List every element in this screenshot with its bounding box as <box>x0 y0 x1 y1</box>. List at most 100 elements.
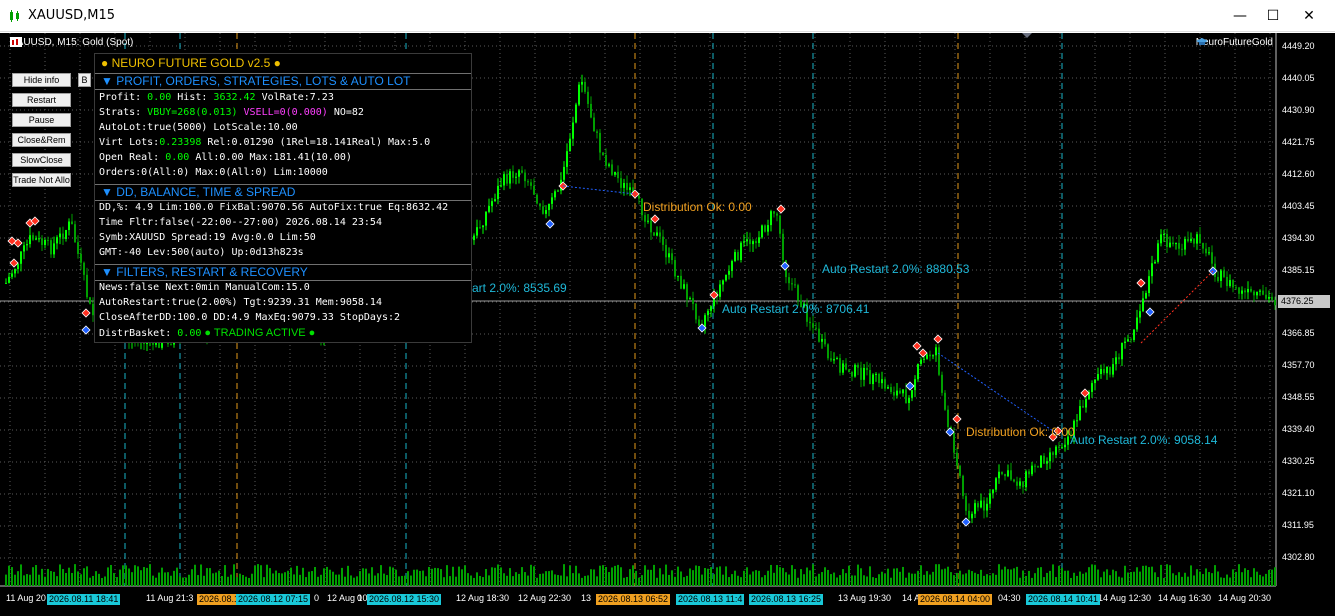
candle-body <box>1004 474 1006 477</box>
candle-body <box>749 239 751 245</box>
candle-body <box>842 363 844 373</box>
profit-row: Profit: 0.00 Hist: 3632.42 VolRate:7.23 <box>99 92 334 103</box>
sell-marker <box>650 214 660 224</box>
candle-body <box>1229 280 1231 287</box>
candle-body <box>722 280 724 285</box>
candle-body <box>1181 248 1183 250</box>
candle-body <box>1013 479 1015 482</box>
candle-body <box>746 239 748 242</box>
candle-body <box>1091 383 1093 392</box>
candle-body <box>650 220 652 233</box>
pause-button[interactable]: Pause <box>12 113 71 127</box>
candle-body <box>1202 243 1204 249</box>
candle-body <box>479 227 481 229</box>
candle-body <box>1061 447 1063 449</box>
time-marker-tag: 2026.08.13 16:25 <box>749 594 824 605</box>
candle-body <box>932 355 934 357</box>
candle-body <box>983 500 985 511</box>
divider <box>95 89 471 90</box>
price-axis-label: 4339.40 <box>1282 424 1315 434</box>
candle-body <box>524 172 526 182</box>
candle-body <box>485 211 487 226</box>
candle-body <box>1160 234 1162 244</box>
candle-body <box>563 166 565 180</box>
price-chart[interactable]: XAUUSD, M15: Gold (Spot) NeuroFutureGold… <box>0 33 1335 616</box>
candle-body <box>908 397 910 404</box>
candle-body <box>1217 276 1219 282</box>
candle-body <box>653 232 655 236</box>
candle-body <box>1184 239 1186 250</box>
candle-body <box>1106 366 1108 374</box>
candle-body <box>830 358 832 361</box>
candle-body <box>14 269 16 274</box>
candle-body <box>584 81 586 92</box>
restart-button[interactable]: Restart <box>12 93 71 107</box>
candle-body <box>959 465 961 476</box>
graduation-cap-icon <box>1195 38 1208 45</box>
trade-not-allowed-button[interactable]: Trade Not Allo <box>12 173 71 187</box>
candle-body <box>956 452 958 466</box>
candle-body <box>59 233 61 238</box>
hide-info-button[interactable]: Hide info <box>12 73 71 87</box>
time-marker-tag: 2026.08.13 11:4 <box>676 594 745 605</box>
time-axis-label: 14 Aug 12:30 <box>1098 593 1152 603</box>
candle-body <box>1154 261 1156 264</box>
candle-body <box>1100 368 1102 375</box>
candle-body <box>662 236 664 245</box>
candle-body <box>815 327 817 329</box>
chart-icon <box>10 37 22 47</box>
time-axis-label: 0 <box>314 593 320 603</box>
candle-body <box>491 201 493 207</box>
candle-body <box>707 310 709 316</box>
close-button[interactable]: ✕ <box>1286 0 1332 32</box>
auto-restart-label: art 2.0%: 8535.69 <box>472 281 567 295</box>
candle-body <box>539 203 541 207</box>
candle-body <box>572 122 574 139</box>
candle-body <box>1190 238 1192 242</box>
candle-body <box>965 496 967 511</box>
candle-body <box>608 164 610 166</box>
b-button[interactable]: B <box>78 73 91 87</box>
candle-body <box>527 181 529 183</box>
candle-body <box>809 321 811 324</box>
candle-body <box>614 171 616 175</box>
candle-body <box>884 379 886 389</box>
candle-body <box>788 277 790 284</box>
candle-body <box>68 221 70 231</box>
candle-body <box>1223 270 1225 277</box>
candle-body <box>1193 238 1195 244</box>
candle-body <box>860 367 862 380</box>
candle-body <box>839 358 841 373</box>
candle-body <box>1250 288 1252 292</box>
candle-body <box>845 363 847 370</box>
candle-body <box>578 84 580 105</box>
auto-restart-label: Auto Restart 2.0%: 8880.53 <box>822 262 970 276</box>
candle-body <box>599 132 601 153</box>
time-axis-label: 13 Aug 19:30 <box>838 593 892 603</box>
candle-body <box>545 210 547 214</box>
candle-body <box>494 199 496 202</box>
candle-body <box>1238 287 1240 294</box>
candle-body <box>518 170 520 177</box>
close-rem-button[interactable]: Close&Rem <box>12 133 71 147</box>
slow-close-button[interactable]: SlowClose <box>12 153 71 167</box>
candle-body <box>1055 446 1057 455</box>
candle-body <box>1121 343 1123 360</box>
candle-body <box>86 274 88 298</box>
price-axis-label: 4330.25 <box>1282 456 1315 466</box>
candle-body <box>1268 296 1270 299</box>
candle-body <box>1226 276 1228 287</box>
candle-body <box>1103 368 1105 374</box>
candle-body <box>1022 481 1024 488</box>
candle-body <box>1256 291 1258 296</box>
candle-body <box>23 245 25 252</box>
candle-body <box>698 319 700 326</box>
candle-body <box>569 138 571 152</box>
candle-body <box>866 367 868 371</box>
time-axis-label: 14 Aug 20:30 <box>1218 593 1272 603</box>
time-axis-label: 12 Aug 22:30 <box>518 593 572 603</box>
candle-body <box>980 500 982 508</box>
candle-body <box>914 379 916 391</box>
candle-body <box>38 238 40 240</box>
candle-body <box>704 315 706 327</box>
